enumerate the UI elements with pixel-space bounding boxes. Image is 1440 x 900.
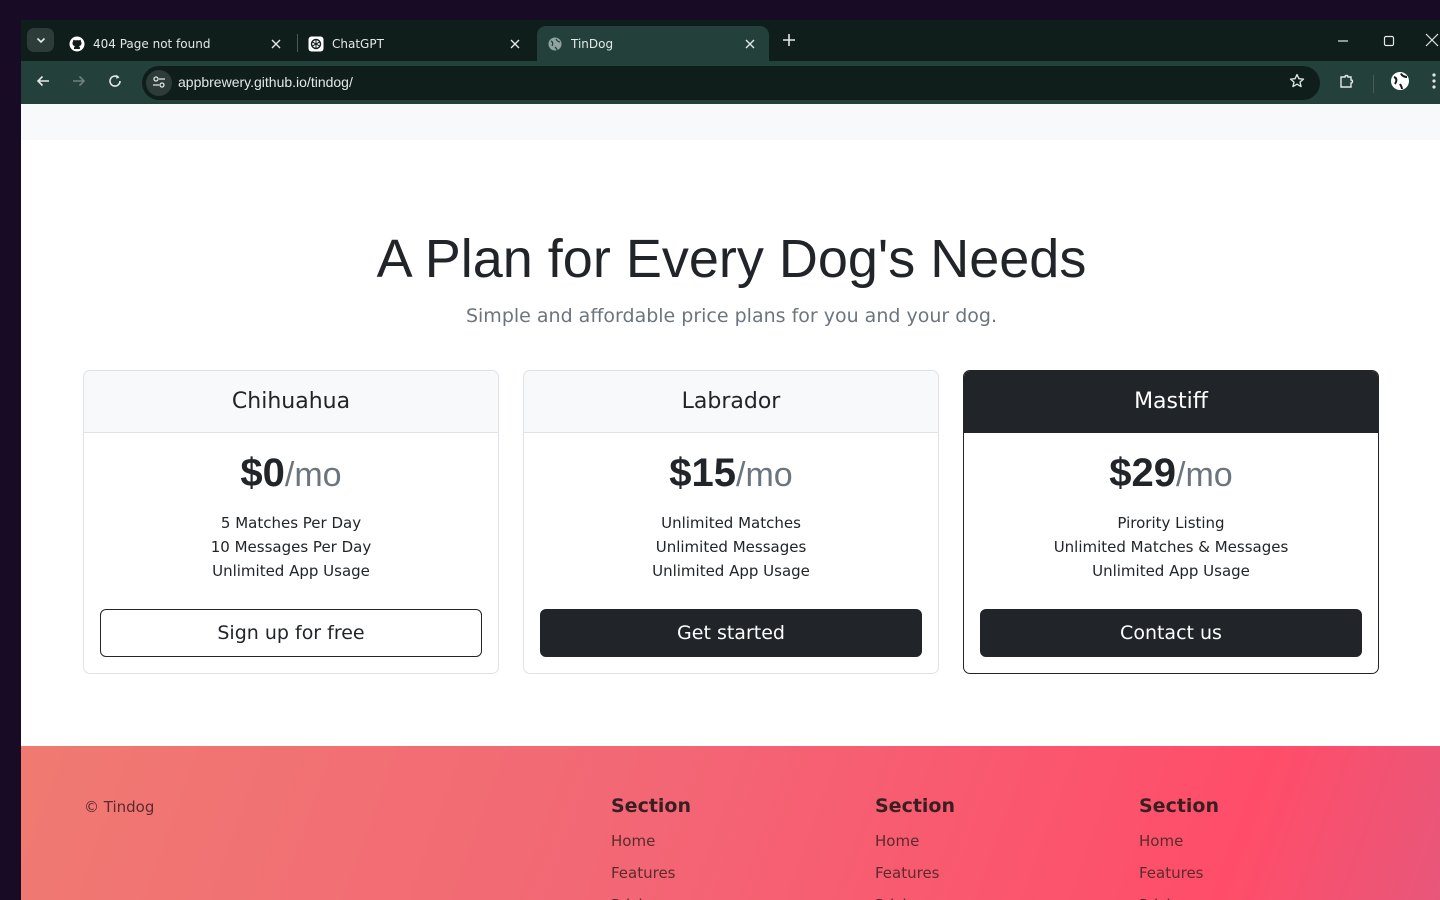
feature-item: Unlimited App Usage [652,562,810,580]
tab-title: ChatGPT [332,36,384,51]
footer-link-home[interactable]: Home [1139,825,1219,857]
plan-price: $0/mo [84,451,498,496]
close-window-button[interactable] [1421,30,1440,52]
forward-button[interactable] [67,71,91,95]
site-info-button[interactable] [146,70,172,96]
globe-icon [1390,71,1410,95]
pricing-card-mastiff: Mastiff $29/mo Pirority Listing Unlimite… [963,370,1379,674]
puzzle-icon [1338,72,1356,94]
browser-window: 404 Page not found ChatGPT TinDog appbre… [21,20,1440,900]
footer-link-home[interactable]: Home [875,825,955,857]
feature-item: Unlimited Matches [661,514,801,532]
feature-item: 10 Messages Per Day [210,538,372,556]
maximize-button[interactable] [1378,30,1400,52]
tab-chatgpt[interactable]: ChatGPT [298,26,534,61]
get-started-button[interactable]: Get started [540,609,922,657]
site-footer: © Tindog Section Home Features Pricing S… [21,746,1440,900]
tab-strip: 404 Page not found ChatGPT TinDog [21,20,1440,61]
footer-column: Section Home Features Pricing [1139,795,1219,900]
footer-link-pricing[interactable]: Pricing [611,889,691,900]
plan-price: $15/mo [524,451,938,496]
close-icon[interactable] [741,35,759,53]
url-text[interactable]: appbrewery.github.io/tindog/ [178,74,353,90]
price-amount: $29 [1109,451,1177,495]
plus-icon [782,32,796,51]
plan-price: $29/mo [964,451,1378,496]
price-amount: $0 [240,451,285,495]
minimize-icon [1337,32,1349,51]
github-icon [69,36,85,52]
more-vert-icon [1431,72,1437,94]
price-amount: $15 [669,451,737,495]
previous-section-bottom [21,104,1440,140]
footer-link-pricing[interactable]: Pricing [1139,889,1219,900]
close-icon[interactable] [267,35,285,53]
price-period: /mo [284,456,342,494]
star-icon [1289,73,1305,93]
tab-search-button[interactable] [27,28,54,52]
footer-link-home[interactable]: Home [611,825,691,857]
back-button[interactable] [31,71,55,95]
close-icon[interactable] [506,35,524,53]
tab-title: 404 Page not found [93,36,211,51]
price-period: /mo [1176,456,1233,494]
tab-tindog[interactable]: TinDog [537,26,769,61]
footer-heading: Section [611,795,692,817]
footer-heading: Section [875,795,956,817]
feature-item: Unlimited App Usage [212,562,370,580]
plan-name: Mastiff [964,371,1378,433]
footer-link-features[interactable]: Features [611,857,691,889]
price-period: /mo [736,456,793,494]
chevron-down-icon [35,31,47,50]
toolbar-divider [1373,75,1374,93]
profile-button[interactable] [1388,71,1412,95]
tune-icon [152,74,166,93]
web-page: A Plan for Every Dog's Needs Simple and … [21,104,1440,900]
browser-toolbar: appbrewery.github.io/tindog/ [21,61,1440,104]
copyright-text: © Tindog [84,798,155,816]
feature-item: 5 Matches Per Day [220,514,362,532]
tab-title: TinDog [571,36,614,51]
feature-item: Pirority Listing [1117,514,1225,532]
feature-item: Unlimited App Usage [1092,562,1250,580]
footer-column: Section Home Features Pricing [875,795,955,900]
footer-column: Section Home Features Pricing [611,795,691,900]
pricing-card-chihuahua: Chihuahua $0/mo 5 Matches Per Day 10 Mes… [83,370,499,674]
plan-name: Labrador [524,371,938,433]
pricing-subtitle: Simple and affordable price plans for yo… [465,305,998,327]
pricing-card-labrador: Labrador $15/mo Unlimited Matches Unlimi… [523,370,939,674]
arrow-right-icon [71,73,87,93]
contact-us-button[interactable]: Contact us [980,609,1362,657]
new-tab-button[interactable] [778,30,800,52]
feature-item: Unlimited Matches & Messages [1053,538,1289,556]
chatgpt-icon [308,36,324,52]
globe-icon [547,36,563,52]
extensions-button[interactable] [1335,71,1359,95]
feature-list: 5 Matches Per Day 10 Messages Per Day Un… [84,511,498,583]
footer-heading: Section [1139,795,1220,817]
reload-button[interactable] [103,71,127,95]
feature-list: Unlimited Matches Unlimited Messages Unl… [524,511,938,583]
plan-name: Chihuahua [84,371,498,433]
reload-icon [107,73,123,93]
minimize-button[interactable] [1332,30,1354,52]
feature-item: Unlimited Messages [655,538,807,556]
address-bar[interactable]: appbrewery.github.io/tindog/ [142,66,1320,100]
browser-menu-button[interactable] [1429,71,1439,95]
footer-link-features[interactable]: Features [1139,857,1219,889]
bookmark-button[interactable] [1286,72,1308,94]
footer-link-pricing[interactable]: Pricing [875,889,955,900]
feature-list: Pirority Listing Unlimited Matches & Mes… [964,511,1378,583]
arrow-left-icon [35,73,51,93]
maximize-icon [1383,32,1395,51]
pricing-title: A Plan for Every Dog's Needs [376,229,1087,289]
sign-up-button[interactable]: Sign up for free [100,609,482,657]
close-icon [1425,32,1439,51]
tab-github[interactable]: 404 Page not found [59,26,295,61]
footer-link-features[interactable]: Features [875,857,955,889]
